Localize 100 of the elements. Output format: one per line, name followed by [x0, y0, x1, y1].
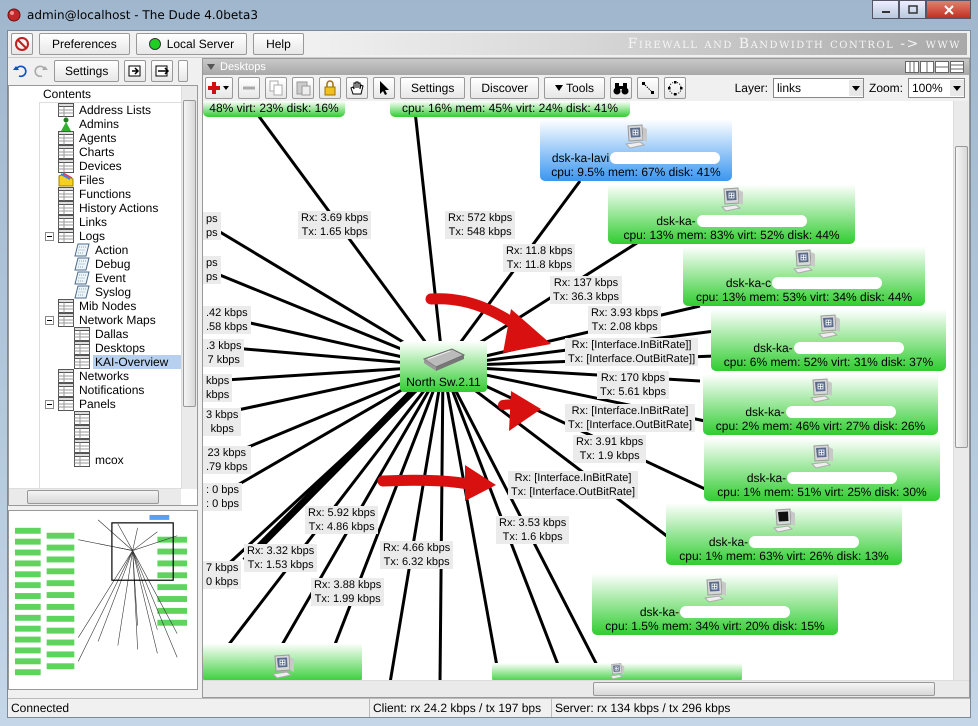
tree-item[interactable]: Network Maps [77, 313, 158, 327]
device-node[interactable]: dsk-ka- cpu: 2% mem: 46% virt: 27% disk: 26% [703, 374, 938, 435]
link-label: Rx: [Interface.InBitRate]] Tx: [Interface.OutBitRate]] [565, 338, 698, 366]
device-node[interactable] [492, 663, 742, 680]
device-node[interactable]: dsk-ka- cpu: 1% mem: 63% virt: 26% disk: 13% [666, 503, 902, 565]
layer-select[interactable]: links [772, 78, 864, 98]
maximize-icon[interactable] [906, 4, 918, 14]
device-node[interactable]: dsk-ka- cpu: 1% mem: 51% virt: 25% disk: 30% [704, 438, 940, 501]
tree-item[interactable]: Mib Nodes [77, 299, 138, 313]
computer-icon [718, 187, 744, 213]
device-node[interactable]: dsk-ka- cpu: 6% mem: 52% virt: 31% disk: 37% [711, 309, 946, 371]
vertical-scrollbar[interactable] [181, 86, 197, 489]
tree-item[interactable]: Panels [77, 397, 118, 411]
device-node[interactable]: 48% virt: 23% disk: 16% [203, 101, 345, 117]
tools-button[interactable]: Tools [544, 77, 606, 99]
tree-item[interactable]: Agents [77, 131, 118, 145]
settings-button[interactable]: Settings [400, 77, 466, 99]
tree-item[interactable]: Notifications [77, 383, 146, 397]
device-stats: cpu: 6% mem: 52% virt: 31% disk: 37% [724, 355, 934, 369]
tree-item[interactable]: Logs [77, 229, 108, 243]
horizontal-scrollbar[interactable] [203, 680, 969, 697]
copy-icon[interactable] [265, 77, 287, 99]
close-button[interactable] [926, 0, 971, 19]
tree-item[interactable]: Devices [77, 159, 124, 173]
tree-item[interactable]: Admins [77, 117, 122, 131]
expand-toggle[interactable] [45, 232, 54, 240]
zoom-select[interactable]: 100% [908, 78, 965, 98]
device-name: dsk-ka-lavi [552, 151, 610, 165]
computer-icon [809, 444, 835, 470]
table-icon [74, 453, 90, 467]
circle-layout-icon[interactable] [664, 77, 686, 99]
device-node[interactable]: dsk-ka-lavi cpu: 9.5% mem: 67% disk: 41% [540, 119, 732, 181]
device-stats: cpu: 1% mem: 51% virt: 25% disk: 30% [717, 485, 927, 499]
tree-item[interactable]: Debug [93, 257, 132, 271]
pointer-icon[interactable] [373, 77, 395, 99]
tree-item[interactable]: Functions [77, 187, 134, 201]
tree-item[interactable]: Networks [77, 369, 132, 383]
dropdown-icon[interactable] [848, 80, 863, 96]
device-node[interactable]: dsk-ka- cpu: 13% mem: 83% virt: 52% disk: 44% [608, 184, 855, 244]
link-label: .42 kbps .58 kbps [203, 306, 251, 334]
tree-item[interactable]: Syslog [93, 285, 134, 299]
vertical-scrollbar[interactable] [953, 101, 969, 680]
toolbar-button[interactable] [178, 60, 188, 82]
device-node[interactable]: cpu: 16% mem: 45% virt: 24% disk: 41% [390, 101, 630, 117]
tree-item[interactable]: Desktops [93, 341, 148, 355]
folder-icon [58, 173, 74, 187]
device-node[interactable]: dsk-ka-c cpu: 13% mem: 53% virt: 34% disk: 44% [683, 246, 925, 306]
zoom-label: Zoom: [868, 81, 903, 95]
link-label: kbps kbps [203, 374, 232, 402]
hand-icon[interactable] [346, 77, 368, 99]
binoculars-icon[interactable] [610, 77, 632, 99]
minimize-button[interactable] [872, 0, 899, 19]
expand-toggle[interactable] [45, 316, 54, 324]
device-node[interactable] [203, 643, 362, 680]
settings-button[interactable]: Settings [54, 60, 120, 82]
table-icon [58, 131, 74, 145]
tree-item[interactable]: Event [93, 271, 128, 285]
discover-button[interactable]: Discover [470, 77, 540, 99]
tree-item[interactable]: Links [77, 215, 110, 229]
device-stats: cpu: 2% mem: 46% virt: 27% disk: 26% [716, 419, 926, 433]
horizontal-scrollbar[interactable] [9, 488, 181, 505]
link-label: 3 kbps kbps [203, 408, 242, 436]
table-icon [58, 299, 74, 313]
minimap-drawing[interactable] [8, 510, 198, 690]
toolbar-button[interactable]: Preferences [39, 33, 130, 55]
table-icon [58, 103, 74, 117]
caret-icon[interactable] [555, 85, 564, 91]
tree-item[interactable]: Address Lists [77, 103, 154, 117]
device-name: North Sw.2.11 [406, 375, 481, 389]
tree-item[interactable]: Charts [77, 145, 116, 159]
dropdown-icon[interactable] [950, 80, 964, 96]
tree-item[interactable]: KAI-Overview [93, 355, 181, 369]
client-traffic: Client: rx 24.2 kbps / tx 197 bps [370, 699, 552, 717]
tree-item[interactable]: Dallas [93, 327, 130, 341]
switch-node[interactable]: North Sw.2.11 [400, 341, 487, 392]
link-label: Rx: 3.53 kbps Tx: 1.6 kbps [496, 516, 570, 544]
maximize-button[interactable] [899, 0, 926, 19]
link-icon[interactable] [637, 77, 660, 99]
expand-toggle[interactable] [45, 400, 54, 408]
toolbar-button[interactable]: Help [253, 33, 304, 55]
layout-icon[interactable] [905, 61, 965, 73]
link-label: Rx: 572 kbps Tx: 548 kbps [445, 211, 516, 239]
table-icon [58, 383, 74, 397]
table-icon [58, 187, 74, 201]
tree-item[interactable]: Action [93, 243, 130, 257]
computer-icon [816, 314, 842, 340]
column-header[interactable]: Contents [39, 86, 181, 103]
tree-item[interactable]: History Actions [77, 201, 160, 215]
close-icon[interactable] [942, 4, 954, 14]
table-icon [74, 355, 90, 369]
link-label: Rx: [Interface.InBitRate] Tx: [Interface.OutBitRate] [508, 471, 638, 499]
tree-item[interactable]: Files [77, 173, 106, 187]
table-icon [58, 159, 74, 173]
tree-item[interactable]: mcox [93, 453, 126, 467]
device-node[interactable]: dsk-ka- cpu: 1.5% mem: 34% virt: 20% disk: 15% [592, 573, 838, 635]
lock-icon[interactable] [319, 77, 341, 99]
undo-icon[interactable] [12, 63, 28, 79]
toolbar-button[interactable]: Local Server [136, 33, 248, 55]
paste-icon[interactable] [292, 77, 314, 99]
device-stats: cpu: 13% mem: 83% virt: 52% disk: 44% [623, 228, 840, 242]
